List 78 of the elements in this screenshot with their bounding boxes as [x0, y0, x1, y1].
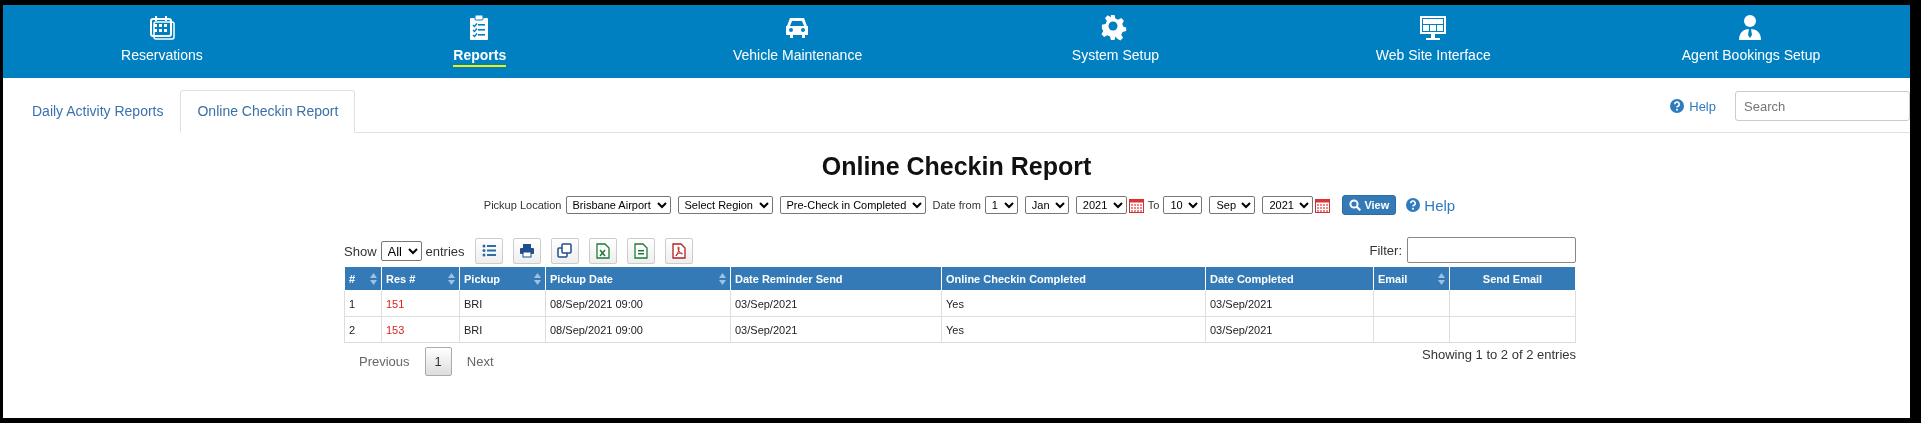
- table-cell: Yes: [941, 290, 1206, 317]
- filter-field[interactable]: [1407, 237, 1576, 263]
- help-link[interactable]: Help: [1689, 98, 1716, 114]
- table-cell: 1: [344, 290, 382, 317]
- sort-icon: [719, 273, 726, 285]
- column-header[interactable]: Online Checkin Completed: [941, 266, 1206, 291]
- sort-icon: [448, 273, 455, 285]
- monitor-icon: [1419, 14, 1448, 42]
- entries-label: entries: [425, 243, 465, 259]
- search-field[interactable]: Search: [1735, 91, 1910, 121]
- column-header[interactable]: Date Reminder Send: [730, 266, 942, 291]
- calendar-icon: [147, 14, 176, 42]
- help-icon: [1406, 198, 1421, 212]
- tab[interactable]: Online Checkin Report: [180, 90, 356, 133]
- column-header[interactable]: Pickup: [459, 266, 546, 291]
- column-header[interactable]: Pickup Date: [545, 266, 731, 291]
- view-button[interactable]: View: [1342, 195, 1397, 215]
- help-icon: [1670, 99, 1685, 113]
- spreadsheet-button[interactable]: [588, 238, 617, 264]
- sort-icon: [370, 273, 377, 285]
- dropdown[interactable]: Pre-Check in Completed: [779, 196, 926, 214]
- nav-item[interactable]: Web Site Interface: [1274, 5, 1593, 78]
- table-cell: 2: [344, 316, 382, 343]
- pdf-button[interactable]: [664, 238, 693, 264]
- sort-icon: [534, 273, 541, 285]
- filter-label: Date from: [932, 199, 981, 211]
- document-button[interactable]: [626, 238, 655, 264]
- document-icon: [632, 243, 649, 259]
- search-icon: [1349, 199, 1362, 211]
- page-length-dropdown[interactable]: All: [380, 241, 422, 261]
- pagination-button[interactable]: 1: [424, 347, 452, 376]
- dropdown[interactable]: 2021: [1075, 196, 1127, 214]
- column-header[interactable]: Date Completed: [1205, 266, 1374, 291]
- column-header[interactable]: Send Email: [1449, 266, 1576, 291]
- sort-icon: [1438, 273, 1445, 285]
- column-header[interactable]: Res #: [381, 266, 460, 291]
- table-cell: 08/Sep/2021 09:00: [545, 316, 731, 343]
- printer-icon: [518, 243, 535, 259]
- column-header[interactable]: #: [344, 266, 382, 291]
- table-cell: 03/Sep/2021: [730, 316, 942, 343]
- help-link[interactable]: Help: [1424, 196, 1456, 214]
- calendar-icon: [1315, 197, 1331, 213]
- reservation-link[interactable]: 153: [381, 316, 460, 343]
- printer-button[interactable]: [512, 238, 541, 264]
- table-cell: 08/Sep/2021 09:00: [545, 290, 731, 317]
- filter-label: To: [1147, 199, 1160, 211]
- calendar-icon: [1128, 197, 1144, 213]
- copy-button[interactable]: [550, 238, 579, 264]
- reservation-link[interactable]: 151: [381, 290, 460, 317]
- pdf-icon: [670, 243, 687, 259]
- dropdown[interactable]: Jan: [1024, 196, 1069, 214]
- table-cell: BRI: [459, 316, 546, 343]
- nav-item[interactable]: Vehicle Maintenance: [638, 5, 957, 78]
- dropdown[interactable]: 10: [1163, 196, 1203, 214]
- dropdown[interactable]: 1: [984, 196, 1018, 214]
- nav-item[interactable]: Reservations: [3, 5, 321, 78]
- nav-item[interactable]: Reports: [320, 5, 639, 78]
- table-cell: 03/Sep/2021: [1205, 316, 1374, 343]
- list-icon: [480, 243, 497, 259]
- dropdown[interactable]: Brisbane Airport: [565, 196, 671, 214]
- dropdown[interactable]: Select Region: [677, 196, 773, 214]
- table-cell: BRI: [459, 290, 546, 317]
- entries-info: Showing 1 to 2 of 2 entries: [1422, 347, 1576, 362]
- nav-item[interactable]: System Setup: [956, 5, 1275, 78]
- filter-label: Pickup Location: [483, 199, 562, 211]
- table-cell: 03/Sep/2021: [730, 290, 942, 317]
- page-title: Online Checkin Report: [820, 152, 1093, 181]
- dropdown[interactable]: 2021: [1262, 196, 1314, 214]
- spreadsheet-icon: [594, 243, 611, 259]
- copy-icon: [556, 243, 573, 259]
- column-header[interactable]: Email: [1373, 266, 1450, 291]
- dropdown[interactable]: Sep: [1209, 196, 1256, 214]
- nav-item[interactable]: Agent Bookings Setup: [1592, 5, 1910, 78]
- show-label: Show: [344, 243, 377, 259]
- table-cell: 03/Sep/2021: [1205, 290, 1374, 317]
- filter-label: Filter:: [1369, 242, 1402, 258]
- list-button[interactable]: [474, 238, 503, 264]
- table-cell: Yes: [941, 316, 1206, 343]
